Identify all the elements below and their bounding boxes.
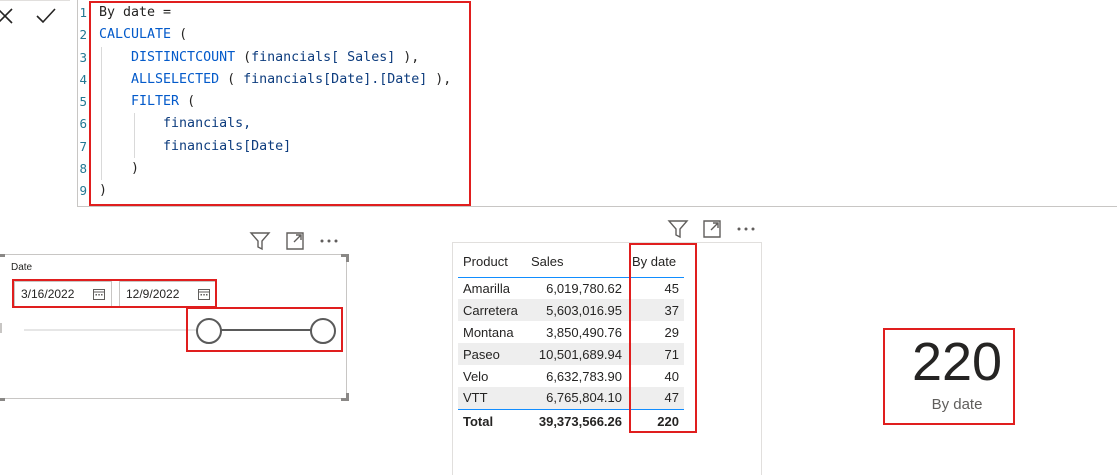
total-sales: 39,373,566.26 xyxy=(526,408,627,433)
cell-product: Montana xyxy=(463,324,514,340)
more-options-icon[interactable] xyxy=(735,218,757,240)
cell-sales: 5,603,016.95 xyxy=(526,299,627,321)
line-number: 6 xyxy=(79,116,87,132)
cell-sales: 10,501,689.94 xyxy=(526,343,627,365)
by-date-column-highlight-box xyxy=(629,243,697,433)
resize-handle[interactable] xyxy=(341,254,349,262)
more-options-icon[interactable] xyxy=(318,230,340,252)
filter-icon[interactable] xyxy=(667,218,689,240)
cell-product: Velo xyxy=(463,368,489,384)
cell-sales: 6,019,780.62 xyxy=(546,280,622,296)
resize-handle[interactable] xyxy=(0,254,5,262)
column-header-sales[interactable]: Sales xyxy=(526,246,627,278)
focus-mode-icon[interactable] xyxy=(701,218,723,240)
formula-highlight-box xyxy=(89,1,471,206)
column-header-product[interactable]: Product xyxy=(458,246,526,278)
filter-icon[interactable] xyxy=(249,230,271,252)
slider-track xyxy=(24,329,200,331)
line-number: 2 xyxy=(79,27,87,43)
resize-handle[interactable] xyxy=(341,393,349,401)
slider-highlight-box xyxy=(186,307,343,352)
line-number: 5 xyxy=(79,94,87,110)
close-icon[interactable] xyxy=(0,4,18,28)
date-inputs-highlight-box xyxy=(12,279,217,308)
formula-bar-bottom-border xyxy=(77,206,1117,207)
total-label: Total xyxy=(458,408,526,433)
line-number: 4 xyxy=(79,71,87,87)
resize-handle[interactable] xyxy=(0,393,5,401)
checkmark-icon[interactable] xyxy=(33,4,59,28)
formula-bar-top-border xyxy=(0,0,70,1)
focus-mode-icon[interactable] xyxy=(284,230,306,252)
cell-sales: 6,765,804.10 xyxy=(526,387,627,409)
cell-product: VTT xyxy=(458,387,526,409)
cell-sales: 3,850,490.76 xyxy=(546,324,622,340)
line-number: 9 xyxy=(79,183,87,199)
line-number: 1 xyxy=(79,5,87,20)
cell-sales: 6,632,783.90 xyxy=(546,368,622,384)
line-number: 7 xyxy=(79,138,87,154)
card-highlight-box xyxy=(883,328,1015,425)
line-number: 8 xyxy=(79,161,87,177)
cell-product: Carretera xyxy=(458,299,526,321)
slider-edge-marker xyxy=(0,323,2,333)
cell-product: Amarilla xyxy=(463,280,510,296)
slicer-title: Date xyxy=(11,262,33,273)
line-number: 3 xyxy=(79,49,87,65)
cell-product: Paseo xyxy=(458,343,526,365)
